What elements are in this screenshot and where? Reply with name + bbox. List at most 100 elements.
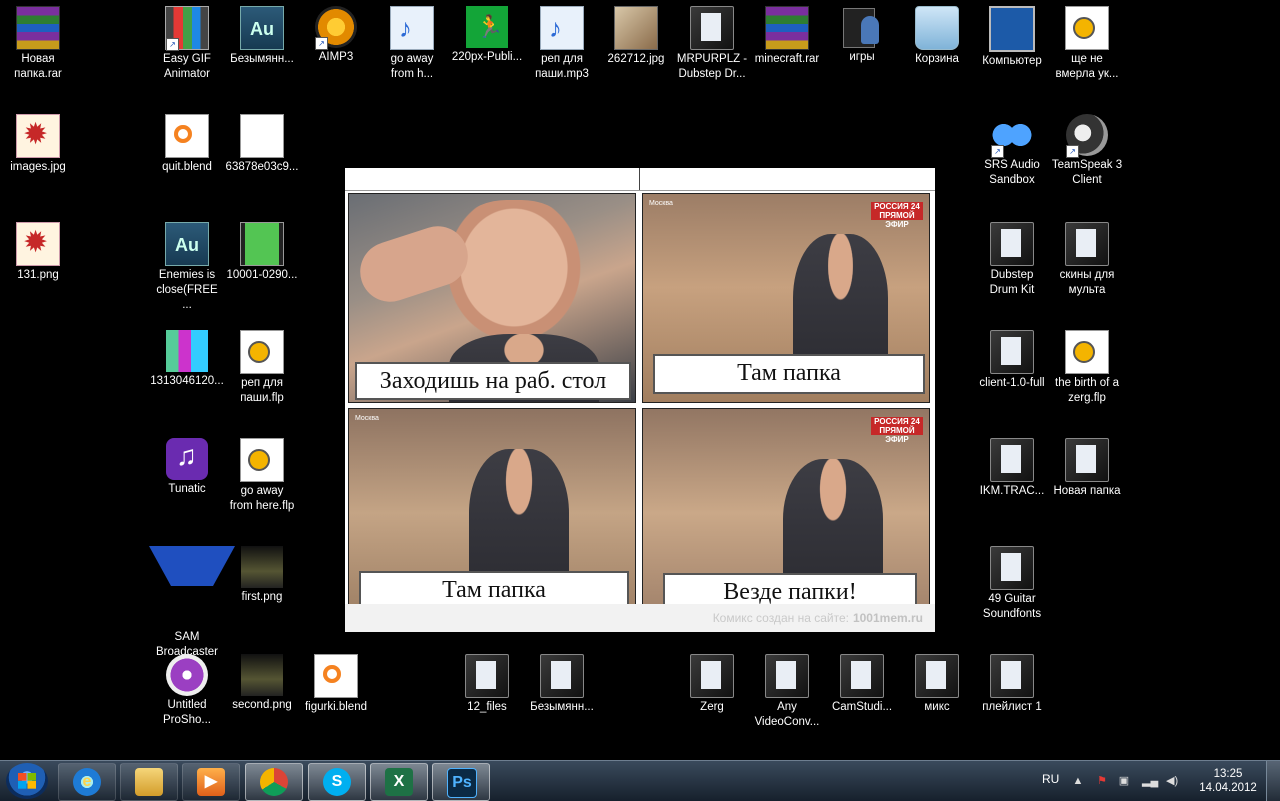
volume-icon[interactable]: ◀) — [1166, 775, 1178, 787]
desktop-icon-novaya-papka[interactable]: Новая папка — [1049, 432, 1125, 499]
desktop-icon-png-131[interactable]: 131.png — [0, 216, 76, 283]
system-clock[interactable]: 13:25 14.04.2012 — [1196, 767, 1260, 795]
winrar-archive-icon — [765, 6, 809, 50]
taskbar-media-player-button[interactable]: ▶ — [182, 763, 240, 801]
comic-caption-2: Там папка — [653, 354, 925, 394]
desktop-icon-dubstep-kit[interactable]: Dubstep Drum Kit — [974, 216, 1050, 298]
desktop-icon-file-1313[interactable]: 1313046120... — [149, 324, 225, 389]
desktop-icon-any-video[interactable]: Any VideoConv... — [749, 648, 825, 730]
show-hidden-icons-icon[interactable]: ▲ — [1072, 775, 1084, 787]
desktop-icon-mrpurplz[interactable]: MRPURPLZ - Dubstep Dr... — [674, 0, 750, 82]
internet-explorer-icon: e — [73, 768, 101, 796]
network-signal-icon[interactable]: ▂▄ — [1142, 775, 1158, 787]
desktop-icon-pleylist[interactable]: плейлист 1 — [974, 648, 1050, 715]
taskbar-explorer-button[interactable] — [120, 763, 178, 801]
clock-date: 14.04.2012 — [1199, 782, 1257, 794]
device-icon[interactable]: ▣ — [1118, 775, 1130, 787]
desktop-icon-bezymyan-ses-1[interactable]: Au Безымянн... — [224, 0, 300, 67]
desktop-icon-novaya-papka-rar[interactable]: Новая папка.rar — [0, 0, 76, 82]
teamspeak-icon: ↗ — [1066, 114, 1108, 158]
desktop-icon-easy-gif[interactable]: ↗ Easy GIF Animator — [149, 0, 225, 82]
taskbar-excel-button[interactable]: X — [370, 763, 428, 801]
audition-session-icon: Au — [240, 6, 284, 50]
desktop-icon-enemies-ses[interactable]: Au Enemies is close(FREE ... — [149, 216, 225, 313]
desktop-icon-zerg[interactable]: Zerg — [674, 648, 750, 715]
music-file-icon — [390, 6, 434, 50]
fl-studio-file-icon — [240, 330, 284, 374]
recycle-bin-icon — [915, 6, 959, 50]
desktop-icon-img-262712[interactable]: 262712.jpg — [598, 0, 674, 67]
desktop-icon-minecraft-rar[interactable]: minecraft.rar — [749, 0, 825, 67]
taskbar-chrome-button[interactable] — [245, 763, 303, 801]
icon-label: скины для мульта — [1059, 269, 1115, 296]
desktop-icon-second-png[interactable]: second.png — [224, 648, 300, 713]
desktop-icon-aimp3[interactable]: ↗ AIMP3 — [298, 0, 374, 65]
icon-label: плейлист 1 — [982, 701, 1042, 713]
icon-label: CamStudi... — [831, 701, 893, 713]
desktop-icon-skiny[interactable]: скины для мульта — [1049, 216, 1125, 298]
folder-icon — [990, 330, 1034, 374]
video-file-icon — [240, 222, 284, 266]
desktop-icon-rep-mp3[interactable]: реп для паши.mp3 — [524, 0, 600, 82]
language-indicator[interactable]: RU — [1042, 772, 1059, 786]
document-icon — [240, 114, 284, 158]
desktop-icon-quit-blend[interactable]: quit.blend — [149, 108, 225, 175]
desktop-icon-sam[interactable]: SAM Broadcaster — [149, 540, 235, 660]
icon-label: Easy GIF Animator — [163, 53, 211, 80]
meme-comic-image: Заходишь на раб. стол Москва РОССИЯ 24 П… — [345, 168, 935, 632]
desktop-icon-birth-zerg[interactable]: the birth of a zerg.flp — [1049, 324, 1125, 406]
comic-footer: Комикс создан на сайте: 1001mem.ru — [345, 604, 935, 632]
taskbar-photoshop-button[interactable]: Ps — [432, 763, 490, 801]
folder-icon — [990, 654, 1034, 698]
media-player-icon: ▶ — [197, 768, 225, 796]
start-button[interactable] — [6, 763, 48, 799]
desktop-icon-srs-audio[interactable]: ↗ SRS Audio Sandbox — [974, 108, 1050, 188]
icon-label: IKM.TRAC... — [979, 485, 1045, 497]
desktop-icon-untitled-prosho[interactable]: Untitled ProSho... — [149, 648, 225, 728]
taskbar-ie-button[interactable]: e — [58, 763, 116, 801]
desktop-icon-rep-flp[interactable]: реп для паши.flp — [224, 324, 300, 406]
desktop-icon-teamspeak[interactable]: ↗ TeamSpeak 3 Client — [1049, 108, 1125, 188]
skype-icon: S — [323, 768, 351, 796]
image-thumbnail-icon — [614, 6, 658, 50]
comic-footer-text: Комикс создан на сайте: — [712, 611, 849, 625]
action-center-flag-icon[interactable]: ⚑ — [1096, 775, 1108, 787]
desktop-icon-igry[interactable]: игры — [824, 0, 900, 65]
comic-panel-3: Москва Там папка — [348, 408, 636, 618]
desktop-icon-guitar-sf[interactable]: 49 Guitar Soundfonts — [974, 540, 1050, 622]
desktop-icon-images-jpg[interactable]: images.jpg — [0, 108, 76, 175]
desktop-icon-kompyuter[interactable]: Компьютер — [974, 0, 1050, 69]
desktop-icon-file-63878[interactable]: 63878e03c9... — [224, 108, 300, 175]
fl-studio-file-icon — [240, 438, 284, 482]
icon-label: микс — [924, 701, 950, 713]
desktop-icon-korzina[interactable]: Корзина — [899, 0, 975, 67]
blender-file-icon — [314, 654, 358, 698]
desktop-icon-go-away-flp[interactable]: go away from here.flp — [224, 432, 300, 514]
icon-label: 63878e03c9... — [225, 161, 299, 173]
icon-label: Безымянн... — [230, 53, 294, 65]
tunatic-icon — [166, 438, 208, 480]
icon-label: Dubstep Drum Kit — [989, 269, 1035, 296]
desktop-icon-public-220px[interactable]: 220px-Publi... — [449, 0, 525, 65]
desktop-icon-bezymyan-2[interactable]: Безымянн... — [524, 648, 600, 715]
desktop-icon-files-12[interactable]: 12_files — [449, 648, 525, 715]
face-illustration — [439, 200, 589, 350]
desktop-icon-first-png[interactable]: first.png — [224, 540, 300, 605]
folder-icon — [1065, 438, 1109, 482]
desktop-icon-camstudio[interactable]: CamStudi... — [824, 648, 900, 715]
folder-icon — [990, 438, 1034, 482]
desktop-icon-go-away-mp3[interactable]: go away from h... — [374, 0, 450, 82]
desktop-icon-esche-ne[interactable]: ще не вмерла ук... — [1049, 0, 1125, 82]
show-desktop-button[interactable] — [1266, 761, 1280, 801]
desktop-icon-video-10001[interactable]: 10001-0290... — [224, 216, 300, 283]
icon-label: SRS Audio Sandbox — [984, 159, 1040, 186]
icon-label: 10001-0290... — [226, 269, 298, 281]
icon-label: second.png — [232, 699, 292, 711]
desktop-icon-tunatic[interactable]: Tunatic — [149, 432, 225, 497]
taskbar-skype-button[interactable]: S — [308, 763, 366, 801]
tv-channel-label: Москва — [649, 200, 673, 207]
desktop-icon-figurki-blend[interactable]: figurki.blend — [298, 648, 374, 715]
desktop-icon-client-full[interactable]: client-1.0-full — [974, 324, 1050, 391]
desktop-icon-miks[interactable]: микс — [899, 648, 975, 715]
desktop-icon-ikm-trac[interactable]: IKM.TRAC... — [974, 432, 1050, 499]
